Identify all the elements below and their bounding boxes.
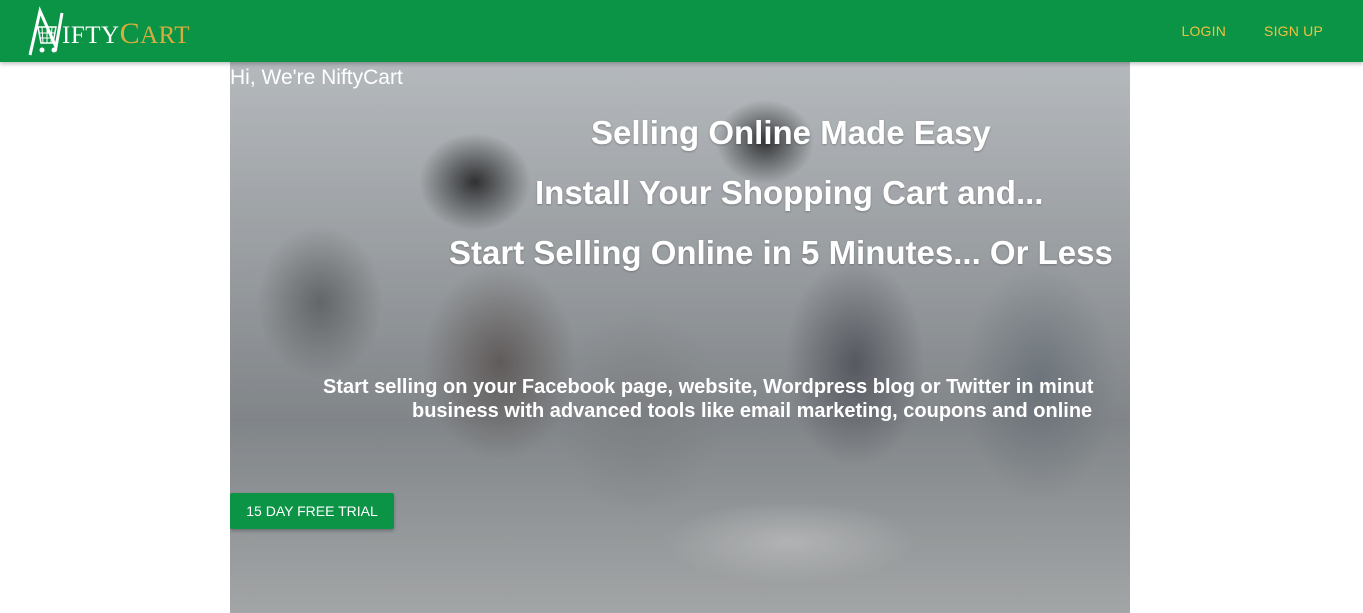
hero-description-line-2: business with advanced tools like email … [412,400,1093,422]
hero-greeting: Hi, We're NiftyCart [230,66,403,89]
hero-description-line-1: Start selling on your Facebook page, web… [323,376,1094,398]
headline-1: Selling Online Made Easy [591,114,991,151]
top-navbar: IFTYCART LOGIN SIGN UP [0,0,1363,62]
headline-3: Start Selling Online in 5 Minutes... Or … [449,234,1113,271]
niftycart-logo[interactable]: IFTYCART [26,2,190,60]
logo-wordmark: IFTYCART [62,17,191,50]
login-link[interactable]: LOGIN [1181,23,1226,39]
cart-logo-icon [28,6,64,56]
free-trial-button[interactable]: 15 DAY FREE TRIAL [230,493,394,529]
nav-links: LOGIN SIGN UP [1143,0,1323,62]
signup-link[interactable]: SIGN UP [1264,23,1323,39]
headline-2: Install Your Shopping Cart and... [535,174,1044,211]
hero-banner: Hi, We're NiftyCart Selling Online Made … [230,62,1130,613]
